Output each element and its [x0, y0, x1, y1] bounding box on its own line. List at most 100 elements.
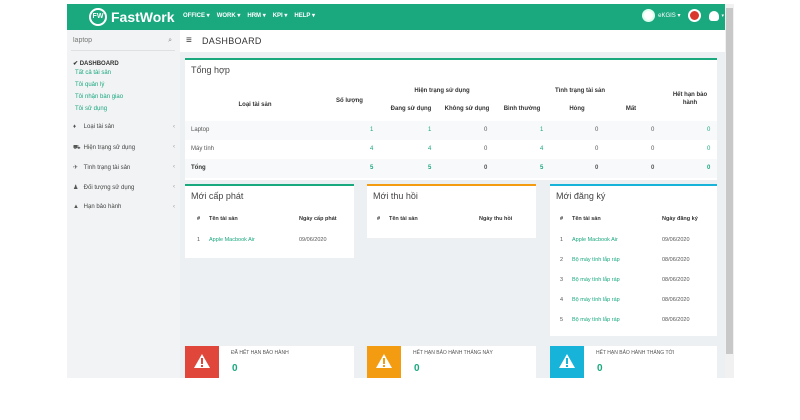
menu-kpi[interactable]: KPI ▾ — [273, 12, 288, 19]
menu-office[interactable]: OFFICE ▾ — [183, 12, 210, 19]
app-window: FW FastWork OFFICE ▾ WORK ▾ HRM ▾ KPI ▾ … — [67, 4, 734, 378]
summary-row-name: Laptop — [191, 127, 210, 133]
summary-total-not-in-use: 0 — [484, 165, 488, 171]
top-navbar: FW FastWork OFFICE ▾ WORK ▾ HRM ▾ KPI ▾ … — [67, 4, 734, 30]
col-no: # — [560, 216, 564, 222]
org-selector[interactable]: eKGIS ▾ — [642, 9, 680, 22]
new-recalled-card: Mới thu hồi # Tên tài sản Ngày thu hồi — [367, 184, 536, 238]
alert-expired-count: 0 — [232, 363, 238, 374]
brand-mark-icon: FW — [89, 8, 107, 26]
summary-cell-expired[interactable]: 0 — [707, 127, 710, 133]
asset-link[interactable]: Bộ máy tính lắp ráp — [572, 277, 620, 283]
sidebar-item-usage-status[interactable]: ⛟ Hiện trạng sử dụng ‹ — [73, 144, 177, 152]
page-title: DASHBOARD — [202, 36, 262, 46]
sidebar-link-all-assets[interactable]: Tất cả tài sản — [75, 70, 111, 76]
alert-expiring-next-month[interactable]: HẾT HẠN BẢO HÀNH THÁNG TỚI 0 — [550, 346, 717, 378]
summary-title: Tổng hợp — [191, 65, 230, 75]
top-menu: OFFICE ▾ WORK ▾ HRM ▾ KPI ▾ HELP ▾ — [183, 12, 315, 19]
summary-total-label: Tổng — [191, 165, 206, 171]
menu-help[interactable]: HELP ▾ — [294, 12, 315, 19]
summary-cell-lost: 0 — [651, 127, 655, 133]
summary-cell-not-in-use: 0 — [484, 127, 488, 133]
notification-icon[interactable] — [688, 9, 702, 22]
hamburger-menu-icon[interactable]: ≡ — [186, 35, 192, 46]
alert-next-month-icon-box — [550, 346, 584, 378]
new-registered-title: Mới đăng ký — [556, 191, 606, 201]
col-usage-status: Hiện trạng sử dụng — [414, 88, 470, 94]
col-issue-date: Ngày cấp phát — [299, 216, 337, 222]
row-no: 1 — [560, 237, 564, 243]
main-content: ≡ DASHBOARD Tổng hợp Loại tài sản Số lượ… — [180, 30, 734, 378]
summary-cell-qty[interactable]: 4 — [370, 146, 373, 152]
summary-row-stripe — [185, 159, 717, 178]
sidebar-item-asset-type[interactable]: ♦ Loại tài sản ‹ — [73, 124, 177, 130]
search-icon[interactable]: ⌕ — [168, 37, 172, 45]
chevron-left-icon: ‹ — [173, 204, 175, 210]
col-asset-name: Tên tài sản — [572, 216, 601, 222]
user-menu[interactable]: ▾ — [709, 10, 724, 21]
asset-link[interactable]: Apple Macbook Air — [209, 237, 255, 243]
summary-row-stripe — [185, 121, 717, 140]
summary-total-normal: 5 — [540, 165, 544, 171]
col-warranty-expired: Hết hạn bảo — [672, 92, 708, 98]
asset-link[interactable]: Bộ máy tính lắp ráp — [572, 257, 620, 263]
warning-icon — [194, 354, 210, 368]
new-recalled-title: Mới thu hồi — [373, 191, 418, 201]
sidebar-item-label: Đối tượng sử dụng — [83, 185, 135, 191]
row-no: 1 — [197, 237, 201, 243]
alert-expiring-this-month[interactable]: HẾT HẠN BẢO HÀNH THÁNG NÀY 0 — [367, 346, 536, 378]
summary-cell-in-use[interactable]: 1 — [428, 127, 431, 133]
row-date: 09/06/2020 — [299, 237, 327, 243]
col-quantity: Số lượng — [336, 98, 363, 104]
diamond-icon: ♦ — [73, 124, 77, 130]
alert-this-month-label: HẾT HẠN BẢO HÀNH THÁNG NÀY — [413, 350, 493, 356]
row-no: 3 — [560, 277, 564, 283]
summary-total-qty: 5 — [370, 165, 374, 171]
sidebar-item-asset-condition[interactable]: ✈ Tình trạng tài sản ‹ — [73, 164, 177, 171]
row-date: 08/06/2020 — [662, 317, 690, 323]
col-asset-type: Loại tài sản — [238, 102, 272, 108]
sidebar-link-in-use[interactable]: Tôi sử dụng — [75, 106, 107, 112]
summary-cell-normal[interactable]: 4 — [540, 146, 543, 152]
summary-cell-broken: 0 — [595, 127, 599, 133]
globe-icon — [642, 9, 656, 22]
alert-next-month-count: 0 — [597, 363, 603, 374]
sidebar-item-warranty[interactable]: ▲ Hạn bảo hành ‹ — [73, 204, 177, 210]
row-no: 2 — [560, 257, 564, 263]
row-no: 4 — [560, 297, 564, 303]
summary-cell-not-in-use: 0 — [484, 146, 488, 152]
summary-cell-qty[interactable]: 1 — [370, 127, 373, 133]
sidebar-link-managed[interactable]: Tôi quản lý — [75, 82, 104, 88]
vertical-scrollbar[interactable] — [725, 4, 734, 378]
summary-total-expired: 0 — [707, 165, 711, 171]
sidebar-link-handover[interactable]: Tôi nhận bàn giao — [75, 94, 123, 100]
new-registered-card: Mới đăng ký # Tên tài sản Ngày đăng ký 1… — [550, 184, 717, 336]
col-lost: Mất — [625, 106, 637, 112]
asset-link[interactable]: Bộ máy tính lắp ráp — [572, 297, 620, 303]
menu-work[interactable]: WORK ▾ — [217, 12, 241, 19]
chevron-left-icon: ‹ — [173, 124, 175, 130]
menu-hrm[interactable]: HRM ▾ — [247, 12, 265, 19]
col-asset-name: Tên tài sản — [389, 216, 418, 222]
alert-expired-icon-box — [185, 346, 219, 378]
col-asset-condition: Tình trạng tài sản — [554, 88, 605, 94]
sidebar-item-label: Loại tài sản — [83, 124, 115, 130]
summary-cell-expired[interactable]: 0 — [707, 146, 710, 152]
sidebar-section-dashboard[interactable]: ✔ DASHBOARD — [73, 60, 119, 67]
sidebar: ⌕ ✔ DASHBOARD Tất cả tài sản Tôi quản lý… — [67, 30, 180, 378]
new-issued-title: Mới cấp phát — [191, 191, 244, 201]
user-menu-caret: ▾ — [721, 12, 724, 19]
asset-link[interactable]: Bộ máy tính lắp ráp — [572, 317, 620, 323]
col-no: # — [197, 216, 201, 222]
scrollbar-thumb[interactable] — [726, 8, 733, 354]
user-icon: ♟ — [73, 185, 79, 191]
summary-cell-normal[interactable]: 1 — [540, 127, 543, 133]
sidebar-item-user-object[interactable]: ♟ Đối tượng sử dụng ‹ — [73, 184, 177, 191]
brand-logo[interactable]: FW FastWork — [89, 7, 175, 27]
search-input[interactable] — [71, 34, 157, 47]
alert-expired[interactable]: ĐÃ HẾT HẠN BẢO HÀNH 0 — [185, 346, 354, 378]
chevron-left-icon: ‹ — [173, 144, 175, 150]
summary-cell-in-use[interactable]: 4 — [428, 146, 431, 152]
asset-link[interactable]: Apple Macbook Air — [572, 237, 618, 243]
search-box: ⌕ — [71, 34, 175, 51]
